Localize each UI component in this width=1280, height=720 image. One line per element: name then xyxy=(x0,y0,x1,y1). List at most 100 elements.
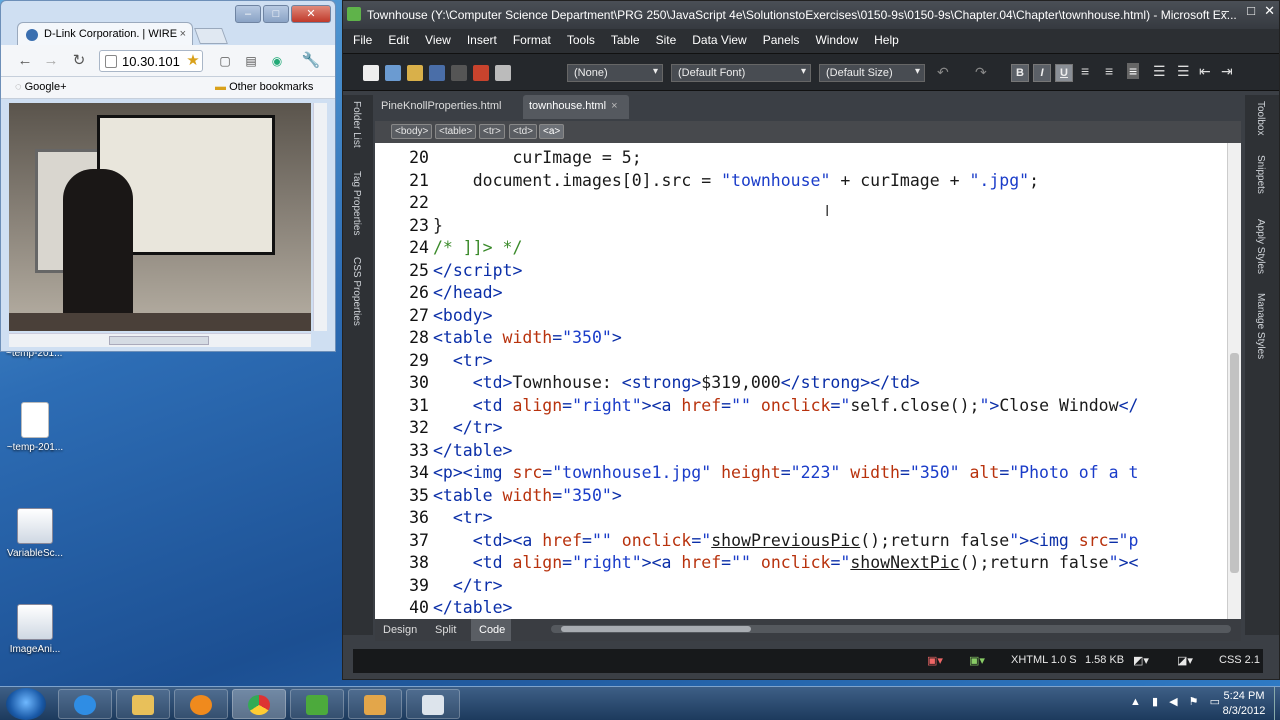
font-select[interactable]: (Default Font) xyxy=(671,64,811,82)
scroll-thumb[interactable] xyxy=(1230,353,1239,573)
show-hidden-icons-icon[interactable]: ▲ xyxy=(1130,696,1141,708)
menu-item-table[interactable]: Table xyxy=(611,33,640,47)
outdent-icon[interactable]: ⇤ xyxy=(1199,63,1211,80)
other-bookmarks[interactable]: ▬ Other bookmarks xyxy=(215,81,313,93)
desktop-icon-imageani[interactable]: ImageAni... xyxy=(0,604,70,655)
style-select[interactable]: (None) xyxy=(567,64,663,82)
open-file-icon[interactable] xyxy=(385,65,401,81)
code-line[interactable]: 20 curImage = 5; xyxy=(375,147,642,169)
code-line[interactable]: 21 document.images[0].src = "townhouse" … xyxy=(375,170,1039,192)
maximize-button[interactable]: □ xyxy=(1247,3,1255,18)
menu-item-file[interactable]: File xyxy=(353,33,372,47)
scroll-thumb[interactable] xyxy=(109,336,209,345)
clock[interactable]: 5:24 PM 8/3/2012 xyxy=(1216,689,1272,719)
align-left-icon[interactable]: ≡ xyxy=(1081,63,1089,79)
code-line[interactable]: 35 <table width="350"> xyxy=(375,485,622,507)
menu-item-insert[interactable]: Insert xyxy=(467,33,497,47)
forward-icon[interactable]: → xyxy=(41,51,61,71)
minimize-button[interactable]: – xyxy=(235,5,261,23)
open-folder-icon[interactable] xyxy=(407,65,423,81)
taskbar-ie[interactable] xyxy=(58,689,112,719)
tab-townhouse[interactable]: townhouse.html × xyxy=(523,95,629,119)
underline-button[interactable]: U xyxy=(1055,64,1073,82)
code-line[interactable]: 24/* ]]> */ xyxy=(375,237,522,259)
code-line[interactable]: 26 </head> xyxy=(375,282,502,304)
menu-item-help[interactable]: Help xyxy=(874,33,899,47)
redo-icon[interactable]: ↷ xyxy=(975,64,987,81)
tag-body[interactable]: <body> xyxy=(391,124,433,139)
save-icon[interactable] xyxy=(429,65,445,81)
tab-close-button[interactable]: × xyxy=(611,100,617,112)
print-icon[interactable] xyxy=(495,65,511,81)
reload-icon[interactable]: ↻ xyxy=(69,51,89,71)
menu-item-view[interactable]: View xyxy=(425,33,451,47)
bulleted-list-icon[interactable]: ☰ xyxy=(1177,63,1190,80)
code-horizontal-scrollbar[interactable] xyxy=(551,625,1231,633)
tab-pineknollproperties[interactable]: PineKnollProperties.html xyxy=(375,95,515,119)
apply-styles-tab[interactable]: Apply Styles xyxy=(1255,219,1266,274)
taskbar-media-player[interactable] xyxy=(174,689,228,719)
extension-icon[interactable]: ◉ xyxy=(267,51,287,71)
code-vertical-scrollbar[interactable] xyxy=(1227,143,1241,619)
taskbar-window[interactable] xyxy=(406,689,460,719)
maximize-button[interactable]: □ xyxy=(263,5,289,23)
show-desktop-button[interactable] xyxy=(1274,687,1280,720)
code-line[interactable]: 31 <td align="right"><a href="" onclick=… xyxy=(375,395,1138,417)
doctype-status[interactable]: XHTML 1.0 S xyxy=(1011,654,1077,666)
code-editor[interactable]: I 20 curImage = 5; 21 document.images[0].… xyxy=(375,143,1241,619)
indent-icon[interactable]: ⇥ xyxy=(1221,63,1233,80)
code-line[interactable]: 29 <tr> xyxy=(375,350,493,372)
tag-properties-tab[interactable]: Tag Properties xyxy=(351,171,362,235)
volume-icon[interactable]: ◀ xyxy=(1169,696,1177,708)
code-line[interactable]: 34 <p><img src="townhouse1.jpg" height="2… xyxy=(375,462,1138,484)
toolbox-tab[interactable]: Toolbox xyxy=(1255,101,1266,135)
numbered-list-icon[interactable]: ☰ xyxy=(1153,63,1166,80)
browser-horizontal-scrollbar[interactable] xyxy=(9,333,311,347)
code-view-button[interactable]: Code xyxy=(471,619,511,641)
menu-item-data-view[interactable]: Data View xyxy=(692,33,746,47)
new-file-icon[interactable] xyxy=(363,65,379,81)
design-view-button[interactable]: Design xyxy=(375,619,425,641)
tag-table[interactable]: <table> xyxy=(435,124,477,139)
desktop-icon-temp[interactable]: ~temp-201... xyxy=(0,402,70,453)
taskbar-explorer[interactable] xyxy=(116,689,170,719)
manage-styles-tab[interactable]: Manage Styles xyxy=(1255,293,1266,359)
back-icon[interactable]: ← xyxy=(15,51,35,71)
size-select[interactable]: (Default Size) xyxy=(819,64,925,82)
desktop-icon-variablesc[interactable]: VariableSc... xyxy=(0,508,70,559)
style-app-icon[interactable]: ◪▾ xyxy=(1177,654,1193,667)
menu-item-edit[interactable]: Edit xyxy=(388,33,409,47)
code-line[interactable]: 22 xyxy=(375,192,433,214)
code-line[interactable]: 39 </tr> xyxy=(375,575,502,597)
visual-aids-icon[interactable]: ▣▾ xyxy=(969,654,985,667)
split-view-button[interactable]: Split xyxy=(427,619,469,641)
extension-icon[interactable]: ▢ xyxy=(215,51,235,71)
code-line[interactable]: 28 <table width="350"> xyxy=(375,327,622,349)
browser-vertical-scrollbar[interactable] xyxy=(313,103,327,331)
code-line[interactable]: 30 <td>Townhouse: <strong>$319,000</stro… xyxy=(375,372,920,394)
preview-icon[interactable] xyxy=(473,65,489,81)
code-line[interactable]: 33 </table> xyxy=(375,440,512,462)
menu-item-site[interactable]: Site xyxy=(656,33,677,47)
snippets-tab[interactable]: Snippets xyxy=(1255,155,1266,194)
undo-icon[interactable]: ↶ xyxy=(937,64,949,81)
start-button[interactable] xyxy=(6,688,46,720)
new-tab-button[interactable] xyxy=(194,28,228,44)
code-line[interactable]: 40 </table> xyxy=(375,597,512,619)
flag-icon[interactable]: ⚑ xyxy=(1189,696,1199,708)
code-line[interactable]: 37 <td><a href="" onclick="showPreviousP… xyxy=(375,530,1138,552)
extension-icon[interactable]: ▤ xyxy=(241,51,261,71)
tab-close-button[interactable]: × xyxy=(180,28,186,40)
tag-a[interactable]: <a> xyxy=(539,124,565,139)
menu-item-window[interactable]: Window xyxy=(815,33,858,47)
close-button[interactable]: ✕ xyxy=(1264,3,1275,19)
tag-tr[interactable]: <tr> xyxy=(479,124,505,139)
code-line[interactable]: 32 </tr> xyxy=(375,417,502,439)
close-button[interactable]: ✕ xyxy=(291,5,331,23)
menu-item-tools[interactable]: Tools xyxy=(567,33,595,47)
code-line[interactable]: 36 <tr> xyxy=(375,507,493,529)
align-center-icon[interactable]: ≡ xyxy=(1105,63,1113,79)
css-status[interactable]: CSS 2.1 xyxy=(1219,654,1260,666)
align-right-icon[interactable]: ≡ xyxy=(1127,63,1140,79)
folder-list-tab[interactable]: Folder List xyxy=(351,101,362,148)
